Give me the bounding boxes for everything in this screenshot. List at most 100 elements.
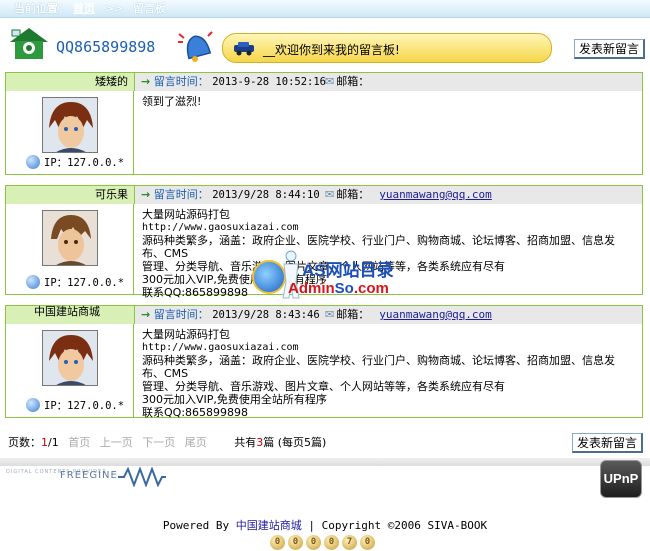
ip-address: IP：127.0.0.* (26, 275, 124, 290)
message-time: 2013/9/28 8:44:10 (212, 189, 320, 201)
message-time: 2013-9-28 10:52:16 (212, 76, 327, 88)
ip-value: 127.0.0.* (67, 400, 125, 412)
author-panel: IP：127.0.0.* (6, 324, 134, 417)
pager-first[interactable]: 首页 (68, 436, 90, 449)
avatar (42, 97, 98, 153)
ip-label: IP： (44, 277, 68, 289)
pager-summary-b: 篇 (每页5篇) (263, 436, 327, 449)
copyright: | Copyright ©2006 SIVA-BOOK (301, 519, 488, 532)
ip-value: 127.0.0.* (67, 157, 125, 169)
time-label: 留言时间： (153, 75, 209, 88)
bell-icon (176, 26, 218, 66)
avatar (42, 210, 98, 266)
message-line: 领到了滋烈! (142, 95, 202, 108)
message-line: 管理、分类导航、音乐游戏、图片文章、个人网站等等，各类系统应有尽有 (142, 380, 505, 393)
counter-digit: 0 (288, 535, 303, 550)
breadcrumb-current: 留言板 (132, 2, 166, 15)
visit-counter: 000070 (270, 533, 378, 550)
apple-icon (26, 275, 40, 289)
watermark-title: AS网站目录 (302, 261, 394, 280)
freegine-word: FREEGINE (60, 470, 118, 481)
message-line: 联系QQ:865899898 (142, 406, 249, 419)
upnp-badge: UPnP (600, 460, 642, 498)
email-section: ✉ 邮箱： yuanmawang@qq.com (325, 306, 492, 324)
envelope-icon: ✉ (325, 188, 335, 201)
breadcrumb-separator: >> (104, 2, 124, 15)
freegine-logo: DIGITAL CONTENTS PROVIDER FREEGINE (6, 467, 166, 489)
pager-current: 1 (41, 436, 48, 449)
email-label: 邮箱： (336, 75, 370, 88)
counter-digit: 0 (324, 535, 339, 550)
welcome-text: __欢迎你到来我的留言板! (263, 43, 400, 57)
counter-digit: 0 (306, 535, 321, 550)
breadcrumb-home-link[interactable]: 首页 (73, 2, 95, 15)
car-icon (233, 42, 255, 56)
message-meta: → 留言时间： 2013/9/28 8:43:46 ✉ 邮箱： yuanmawang… (134, 306, 642, 324)
message-entry: 中国建站商城 → 留言时间： 2013/9/28 8:43:46 ✉ 邮箱： yua… (5, 305, 643, 419)
wave-icon (118, 467, 166, 487)
pager-summary: 共有3篇 (每页5篇) (234, 436, 326, 449)
pager-summary-a: 共有 (234, 436, 257, 449)
pager-prev[interactable]: 上一页 (100, 436, 133, 449)
message-entry: 矮矮的 → 留言时间： 2013-9-28 10:52:16 ✉ 邮箱： IP：1… (5, 72, 643, 175)
pager-total-pages: /1 (48, 436, 59, 449)
pager-next[interactable]: 下一页 (142, 436, 175, 449)
email-section: ✉ 邮箱： yuanmawang@qq.com (325, 186, 492, 204)
message-body: 大量网站源码打包 http://www.gaosuxiazai.com 源码种类… (142, 328, 634, 419)
pagination: 页数：1/1 首页 上一页 下一页 尾页 共有3篇 (每页5篇) (8, 434, 326, 450)
message-line: 源码种类繁多，涵盖：政府企业、医院学校、行业门户、购物商城、论坛博客、招商加盟、… (142, 354, 615, 380)
message-header: 中国建站商城 → 留言时间： 2013/9/28 8:43:46 ✉ 邮箱： yua… (6, 306, 642, 324)
time-label: 留言时间： (153, 188, 209, 201)
email-label: 邮箱： (336, 188, 370, 201)
message-line: http://www.gaosuxiazai.com (142, 222, 299, 233)
qq-house-icon (8, 26, 50, 62)
email-label: 邮箱： (336, 308, 370, 321)
email-section: ✉ 邮箱： (325, 73, 379, 91)
message-meta: → 留言时间： 2013-9-28 10:52:16 ✉ 邮箱： (134, 73, 642, 91)
watermark-domain-c: .com (353, 280, 389, 297)
counter-digit: 0 (270, 535, 285, 550)
message-body: 领到了滋烈! (142, 95, 634, 108)
message-author: 可乐果 (6, 186, 134, 204)
counter-digit: 7 (342, 535, 357, 550)
email-link[interactable]: yuanmawang@qq.com (379, 188, 492, 201)
email-link[interactable]: yuanmawang@qq.com (379, 308, 492, 321)
envelope-icon: ✉ (325, 75, 335, 88)
watermark-domain-b: So (334, 280, 354, 297)
arrow-right-icon: → (141, 308, 151, 321)
post-message-button-top[interactable]: 发表新留言 (574, 39, 646, 59)
message-line: 大量网站源码打包 (142, 328, 230, 341)
author-panel: IP：127.0.0.* (6, 204, 134, 294)
powered-by: Powered By (162, 519, 236, 532)
breadcrumb-label: 当前位置： (14, 2, 69, 15)
arrow-right-icon: → (141, 188, 151, 201)
envelope-icon: ✉ (325, 308, 335, 321)
apple-icon (26, 155, 40, 169)
divider (0, 458, 650, 466)
ip-address: IP：127.0.0.* (26, 155, 124, 170)
arrow-right-icon: → (141, 75, 151, 88)
message-author: 中国建站商城 (6, 306, 134, 324)
message-time: 2013/9/28 8:43:46 (212, 309, 320, 321)
ip-label: IP： (44, 157, 68, 169)
ip-value: 127.0.0.* (67, 277, 125, 289)
message-line: 大量网站源码打包 (142, 208, 230, 221)
avatar (42, 330, 98, 386)
watermark-logo: AS网站目录 AdminSo.com (252, 250, 412, 304)
counter-digit: 0 (360, 535, 375, 550)
watermark-domain-a: Admin (288, 280, 335, 297)
site-link[interactable]: 中国建站商城 (236, 519, 302, 532)
ip-address: IP：127.0.0.* (26, 398, 124, 413)
time-label: 留言时间： (153, 308, 209, 321)
message-author: 矮矮的 (6, 73, 134, 91)
ip-label: IP： (44, 400, 68, 412)
pager-label: 页数： (8, 436, 41, 449)
breadcrumb-bar: 当前位置： 首页 >> 留言板 (0, 0, 650, 18)
author-panel: IP：127.0.0.* (6, 91, 134, 174)
welcome-banner: __欢迎你到来我的留言板! (222, 33, 552, 63)
footer-credits: Powered By 中国建站商城 | Copyright ©2006 SIVA… (0, 517, 650, 533)
post-message-button-bottom[interactable]: 发表新留言 (572, 433, 644, 453)
message-line: http://www.gaosuxiazai.com (142, 342, 299, 353)
message-meta: → 留言时间： 2013/9/28 8:44:10 ✉ 邮箱： yuanmawang… (134, 186, 642, 204)
pager-last[interactable]: 尾页 (185, 436, 207, 449)
